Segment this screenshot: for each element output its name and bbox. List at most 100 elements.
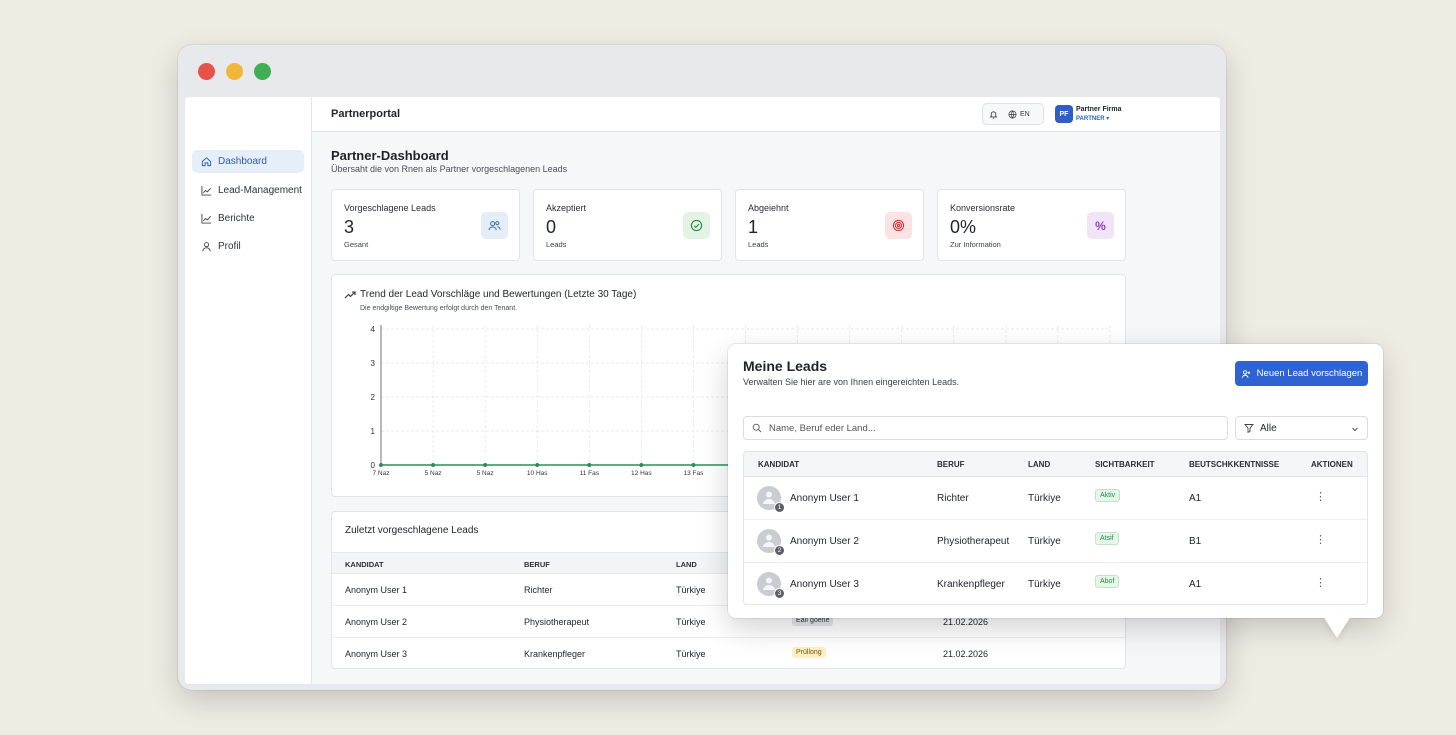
target-icon xyxy=(885,212,912,239)
search-input[interactable] xyxy=(769,422,1209,434)
users-icon xyxy=(481,212,508,239)
language-switcher[interactable]: EN xyxy=(1008,110,1030,119)
stat-label: Konversionsrate xyxy=(950,203,1016,213)
x-tick-label: 13 Fas xyxy=(683,470,704,477)
visibility-badge: Atsif xyxy=(1095,532,1119,545)
header-controls: EN xyxy=(982,103,1044,125)
data-point xyxy=(535,463,540,467)
language-level-cell: A1 xyxy=(1189,493,1202,504)
chart-line-icon xyxy=(201,185,212,196)
y-tick-label: 2 xyxy=(371,393,376,402)
country-cell: Türkiye xyxy=(676,617,706,627)
panel-subtitle: Verwalten Sie hier are von Ihnen eingere… xyxy=(743,377,960,387)
y-tick-label: 0 xyxy=(371,461,376,470)
data-point xyxy=(639,463,644,467)
stat-sub: Leads xyxy=(748,240,769,249)
y-tick-label: 3 xyxy=(371,359,376,368)
sidebar-item-label: Berichte xyxy=(218,213,255,224)
job-cell: Richter xyxy=(937,493,969,504)
new-lead-button-label: Neuen Lead vorschlagen xyxy=(1256,368,1363,379)
sidebar-item-dashboard[interactable]: Dashboard xyxy=(192,150,304,173)
stat-value: 1 xyxy=(748,217,759,237)
stat-value: 0% xyxy=(950,217,977,237)
panel-pointer xyxy=(1323,616,1351,638)
chart-line-icon xyxy=(201,213,212,224)
table-row[interactable]: 2 Anonym User 2 Physiotherapeut Türkiye … xyxy=(744,520,1367,563)
column-header: BERUF xyxy=(937,460,965,469)
stat-label: Abgeiehnt xyxy=(748,203,789,213)
candidate-name: Anonym User 3 xyxy=(790,579,859,590)
y-tick-label: 1 xyxy=(371,427,376,436)
user-plus-icon xyxy=(1241,369,1250,378)
x-tick-label: 10 Has xyxy=(527,470,548,477)
x-tick-label: 7 Naz xyxy=(373,470,390,477)
table-header: KANDIDAT BERUF LAND SICHTBARKEIT BEUTSCH… xyxy=(744,452,1367,477)
close-window-button[interactable] xyxy=(198,63,215,80)
stat-label: Akzeptiert xyxy=(546,203,587,213)
candidate-name: Anonym User 1 xyxy=(790,493,859,504)
user-role: PARTNER ▾ xyxy=(1076,116,1110,122)
data-point xyxy=(431,463,436,467)
language-level-cell: B1 xyxy=(1189,536,1202,547)
new-lead-button[interactable]: Neuen Lead vorschlagen xyxy=(1235,361,1368,386)
chevron-down-icon xyxy=(1352,427,1358,432)
user-name[interactable]: Partner Firma xyxy=(1076,106,1122,113)
sidebar-item-profil[interactable]: Profil xyxy=(192,235,304,258)
data-point xyxy=(483,463,488,467)
avatar[interactable]: PF xyxy=(1055,105,1073,123)
sidebar-item-label: Profil xyxy=(218,241,241,252)
stat-card-suggested: Vorgeschlagene Leads 3 Gesant xyxy=(331,189,520,261)
row-number-badge: 3 xyxy=(774,588,785,599)
sidebar: Dashboard Lead-Management Berichte Profi… xyxy=(185,97,312,684)
sidebar-item-berichte[interactable]: Berichte xyxy=(192,207,304,230)
candidate-name: Anonym User 3 xyxy=(345,649,408,659)
row-number-badge: 2 xyxy=(774,545,785,556)
x-tick-label: 11 Fas xyxy=(580,470,600,477)
language-level-cell: A1 xyxy=(1189,579,1202,590)
maximize-window-button[interactable] xyxy=(254,63,271,80)
table-row[interactable]: 1 Anonym User 1 Richter Türkiye Aktiv A1… xyxy=(744,477,1367,520)
column-header: LAND xyxy=(676,560,697,569)
percent-icon: % xyxy=(1087,212,1114,239)
row-actions-menu-icon[interactable]: ⋮ xyxy=(1315,576,1326,589)
minimize-window-button[interactable] xyxy=(226,63,243,80)
top-bar: Partnerportal EN PF Partner Firma PARTNE… xyxy=(312,97,1220,132)
column-header: SICHTBARKEIT xyxy=(1095,460,1155,469)
my-leads-panel: Meine Leads Verwalten Sie hier are von I… xyxy=(728,344,1383,618)
stat-value: 3 xyxy=(344,217,355,237)
stat-sub: Zur Information xyxy=(950,240,1001,249)
bell-icon[interactable] xyxy=(989,110,998,119)
home-icon xyxy=(201,157,212,167)
search-field[interactable] xyxy=(743,416,1228,440)
country-cell: Türkiye xyxy=(1028,536,1061,547)
x-tick-label: 12 Has xyxy=(631,470,652,477)
status-badge: Prüllong xyxy=(792,647,826,658)
country-cell: Türkiye xyxy=(1028,579,1061,590)
stat-sub: Leads xyxy=(546,240,567,249)
date-cell: 21.02.2026 xyxy=(943,617,989,627)
column-header: BEUTSCHKKENTNISSE xyxy=(1189,460,1280,469)
column-header: BERUF xyxy=(524,560,550,569)
visibility-filter-select[interactable]: Alle xyxy=(1235,416,1368,440)
table-row[interactable]: 3 Anonym User 3 Krankenpfleger Türkiye A… xyxy=(744,563,1367,604)
filter-icon xyxy=(1244,424,1254,433)
row-actions-menu-icon[interactable]: ⋮ xyxy=(1315,490,1326,503)
stat-value: 0 xyxy=(546,217,557,237)
sidebar-item-lead-management[interactable]: Lead-Management xyxy=(192,179,304,202)
sidebar-item-label: Dashboard xyxy=(218,156,267,167)
table-row[interactable]: Anonym User 3 Krankenpfleger Türkiye Prü… xyxy=(332,638,1125,668)
job-cell: Richter xyxy=(524,585,553,595)
row-actions-menu-icon[interactable]: ⋮ xyxy=(1315,533,1326,546)
column-header: AKTIONEN xyxy=(1311,460,1353,469)
job-cell: Physiotherapeut xyxy=(524,617,590,627)
column-header: KANDIDAT xyxy=(758,460,800,469)
check-circle-icon xyxy=(683,212,710,239)
stat-label: Vorgeschlagene Leads xyxy=(344,203,436,213)
stat-card-conversion: Konversionsrate 0% Zur Information % xyxy=(937,189,1126,261)
country-cell: Türkiye xyxy=(676,585,706,595)
page-subtitle: Übersaht die von Rnen als Partner vorges… xyxy=(331,164,568,174)
search-icon xyxy=(752,423,762,433)
column-header: KANDIDAT xyxy=(345,560,384,569)
stat-card-accepted: Akzeptiert 0 Leads xyxy=(533,189,722,261)
x-tick-label: 5 Naz xyxy=(425,470,442,477)
